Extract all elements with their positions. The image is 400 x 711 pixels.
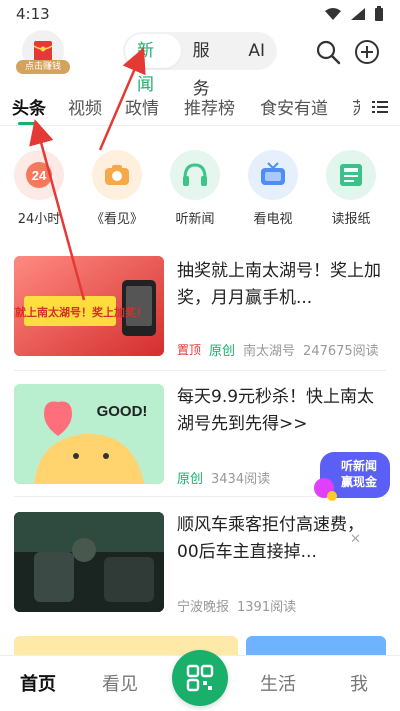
scan-button[interactable] xyxy=(172,650,228,706)
quick-24h[interactable]: 24 24小时 xyxy=(4,150,74,227)
tab-food-safety[interactable]: 食安有道 xyxy=(260,94,328,119)
quick-listen-news[interactable]: 听新闻 xyxy=(160,150,230,227)
reward-badge-line2: 赢现金 xyxy=(340,475,377,489)
original-tag: 原创 xyxy=(209,344,236,359)
bottom-nav: 首页 看见 生活 我 xyxy=(0,650,400,711)
quick-seeing[interactable]: 《看见》 xyxy=(82,150,152,227)
news-thumbnail: GOOD! xyxy=(14,384,164,484)
add-icon[interactable] xyxy=(353,38,381,66)
segment-news[interactable]: 新闻 xyxy=(125,34,181,95)
divider xyxy=(14,370,386,371)
earn-money-button[interactable]: 点击赚钱 xyxy=(16,30,70,76)
quick-access: 24 24小时 《看见》 听新闻 看电视 读报纸 xyxy=(0,150,400,240)
status-time: 4:13 xyxy=(16,5,50,23)
news-source: 南太湖号 xyxy=(243,344,296,359)
reward-badge-line1: 听新闻 xyxy=(340,459,377,473)
news-title: 顺风车乘客拒付高速费，00后车主直接掉... xyxy=(177,515,364,562)
tv-icon xyxy=(248,150,298,200)
tab-video[interactable]: 视频 xyxy=(68,94,102,119)
top-bar: 点击赚钱 新闻 服务 AI xyxy=(0,28,400,99)
wifi-icon xyxy=(325,8,341,20)
nav-home[interactable]: 首页 xyxy=(20,670,56,696)
camera-icon xyxy=(92,150,142,200)
news-title: 每天9.9元秒杀！快上南太湖号先到先得>> xyxy=(177,387,375,434)
quick-watch-tv[interactable]: 看电视 xyxy=(238,150,308,227)
thumbnail-caption: 抽奖就上南太湖号！奖上加奖！ xyxy=(14,305,147,319)
quick-label: 读报纸 xyxy=(331,212,371,227)
tab-politics[interactable]: 政情 xyxy=(125,94,159,119)
quick-label: 听新闻 xyxy=(175,212,215,227)
listen-news-reward-badge[interactable]: 听新闻 赢现金 xyxy=(312,448,392,504)
segment-ai[interactable]: AI xyxy=(236,32,277,70)
channel-tabs: 头条 视频 政情 推荐榜 食安有道 苏 xyxy=(0,86,400,126)
tab-headlines[interactable]: 头条 xyxy=(12,94,46,119)
news-title: 抽奖就上南太湖号！奖上加奖，月月赢手机... xyxy=(177,261,381,308)
svg-text:24: 24 xyxy=(32,168,47,183)
news-source: 宁波晚报 xyxy=(177,600,230,615)
quick-label: 《看见》 xyxy=(90,212,143,227)
news-reads: 247675阅读 xyxy=(303,344,379,359)
status-bar: 4:13 xyxy=(0,0,400,28)
clock-24-icon: 24 xyxy=(14,150,64,200)
search-icon[interactable] xyxy=(314,38,342,66)
quick-label: 看电视 xyxy=(253,212,293,227)
news-item[interactable]: 顺风车乘客拒付高速费，00后车主直接掉... 宁波晚报 1391阅读 xyxy=(0,512,400,616)
nav-life[interactable]: 生活 xyxy=(260,670,296,696)
original-tag: 原创 xyxy=(177,472,204,487)
news-reads: 1391阅读 xyxy=(237,600,297,615)
channel-menu-button[interactable] xyxy=(360,92,400,122)
news-reads: 3434阅读 xyxy=(211,472,271,487)
section-switcher: 新闻 服务 AI xyxy=(123,32,277,99)
qr-scan-icon xyxy=(186,664,214,692)
earn-money-label: 点击赚钱 xyxy=(16,60,70,74)
menu-icon xyxy=(372,101,388,113)
news-thumbnail xyxy=(14,512,164,612)
active-tab-indicator xyxy=(18,122,38,125)
tab-recommended[interactable]: 推荐榜 xyxy=(184,94,235,119)
battery-icon xyxy=(375,6,383,21)
news-thumbnail: 抽奖就上南太湖号！奖上加奖！ xyxy=(14,256,164,356)
thumbnail-caption: GOOD! xyxy=(97,403,148,420)
newspaper-icon xyxy=(326,150,376,200)
news-item[interactable]: 抽奖就上南太湖号！奖上加奖！ 抽奖就上南太湖号！奖上加奖，月月赢手机... 置顶… xyxy=(0,256,400,366)
segment-service[interactable]: 服务 xyxy=(181,32,237,99)
nav-seeing[interactable]: 看见 xyxy=(102,670,138,696)
pinned-tag: 置顶 xyxy=(177,343,202,357)
quick-label: 24小时 xyxy=(17,212,61,227)
signal-icon xyxy=(351,8,365,20)
headphones-icon xyxy=(170,150,220,200)
nav-me[interactable]: 我 xyxy=(350,670,368,696)
quick-read-paper[interactable]: 读报纸 xyxy=(316,150,386,227)
